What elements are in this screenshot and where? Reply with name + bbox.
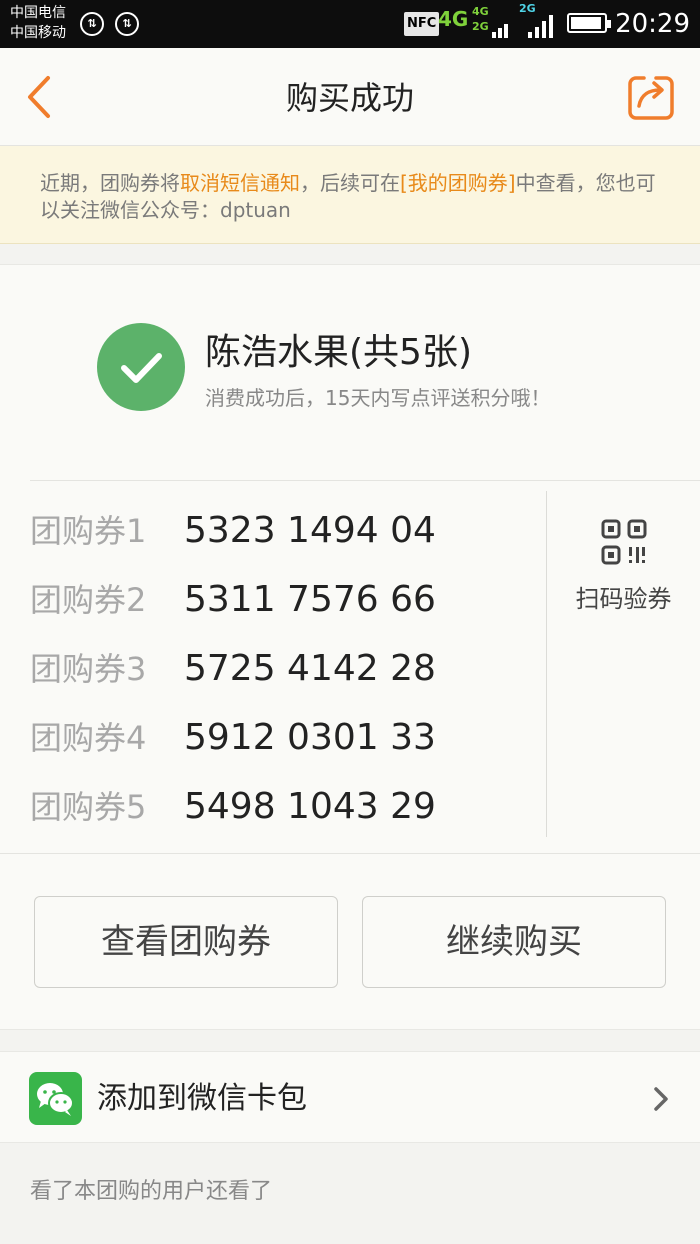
shop-name: 陈浩水果(共5张): [205, 332, 472, 373]
voucher-code: 5498 1043 29: [184, 786, 436, 827]
voucher-label: 团购券2: [30, 581, 147, 619]
status-bar: 中国电信 中国移动 ⇅ ⇅ NFC 4G 4G 2G 2G 20:29: [0, 0, 700, 48]
signal-icon: [528, 14, 556, 38]
battery-icon: [567, 13, 611, 33]
voucher-label: 团购券3: [30, 650, 147, 688]
data-transfer-icon: ⇅: [115, 12, 139, 36]
voucher-label: 团购券1: [30, 512, 147, 550]
voucher-row: 团购券1 5323 1494 04: [30, 501, 530, 561]
carrier-1: 中国电信: [10, 5, 66, 21]
continue-buying-button[interactable]: 继续购买: [362, 896, 666, 988]
page-title: 购买成功: [285, 79, 414, 117]
data-transfer-icon: ⇅: [80, 12, 104, 36]
voucher-code: 5912 0301 33: [184, 717, 436, 758]
notice-text-2: ，后续可在: [300, 171, 400, 195]
share-button[interactable]: [626, 72, 676, 122]
voucher-row: 团购券3 5725 4142 28: [30, 639, 530, 699]
also-viewed-heading: 看了本团购的用户还看了: [30, 1179, 273, 1204]
network-stack-bottom: 2G: [472, 20, 489, 33]
voucher-label: 团购券4: [30, 719, 147, 757]
divider: [0, 853, 700, 854]
view-vouchers-button[interactable]: 查看团购券: [34, 896, 338, 988]
notice-highlight-sms: 取消短信通知: [180, 171, 300, 195]
add-to-wechat-wallet-label: 添加到微信卡包: [97, 1081, 307, 1116]
add-to-wechat-wallet-row[interactable]: 添加到微信卡包: [0, 1051, 700, 1143]
carrier-names: 中国电信 中国移动: [10, 3, 66, 43]
notice-banner: 近期，团购券将取消短信通知，后续可在[我的团购券]中查看，您也可以关注微信公众号…: [0, 146, 700, 244]
divider: [30, 480, 700, 481]
voucher-label: 团购券5: [30, 788, 147, 826]
share-icon: [628, 76, 674, 120]
notice-text-1: 近期，团购券将: [40, 171, 180, 195]
voucher-row: 团购券2 5311 7576 66: [30, 570, 530, 630]
voucher-code: 5311 7576 66: [184, 579, 436, 620]
check-icon: [97, 323, 185, 411]
signal-icon: [492, 14, 512, 38]
qr-code-icon: [601, 519, 647, 565]
review-hint: 消费成功后，15天内写点评送积分哦！: [205, 386, 551, 410]
nav-header: 购买成功: [0, 48, 700, 146]
my-vouchers-link[interactable]: [我的团购券]: [400, 171, 516, 195]
order-card: 陈浩水果(共5张) 消费成功后，15天内写点评送积分哦！ 团购券1 5323 1…: [0, 264, 700, 1030]
clock: 20:29: [615, 9, 690, 39]
scan-verify-label: 扫码验券: [575, 585, 672, 613]
network-stack-top: 4G: [472, 5, 489, 18]
voucher-row: 团购券4 5912 0301 33: [30, 708, 530, 768]
voucher-code: 5725 4142 28: [184, 648, 436, 689]
chevron-right-icon: [654, 1087, 668, 1111]
voucher-row: 团购券5 5498 1043 29: [30, 777, 530, 837]
nfc-icon: NFC: [404, 12, 440, 36]
network-stack: 4G 2G: [472, 4, 489, 34]
carrier-2: 中国移动: [10, 25, 66, 41]
wechat-icon: [29, 1072, 82, 1125]
voucher-code: 5323 1494 04: [184, 510, 436, 551]
network-4g-label: 4G: [438, 7, 469, 31]
scan-verify-button[interactable]: 扫码验券: [547, 491, 700, 837]
